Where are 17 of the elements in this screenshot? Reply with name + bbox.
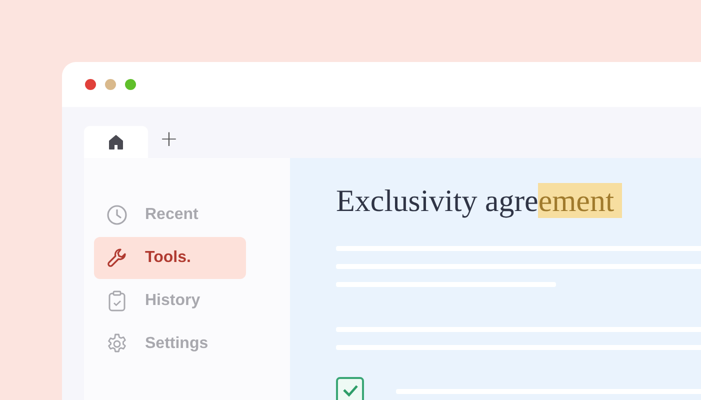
clipboard-check-icon	[106, 290, 128, 312]
minimize-button[interactable]	[105, 79, 116, 90]
home-icon	[108, 134, 124, 150]
sidebar-item[interactable]: Tools.	[94, 237, 246, 279]
close-button[interactable]	[85, 79, 96, 90]
clock-icon	[106, 204, 128, 226]
sidebar-item[interactable]: Settings	[94, 323, 246, 365]
new-tab-button[interactable]: +	[148, 126, 190, 158]
checkbox[interactable]	[336, 377, 364, 400]
settings-icon	[106, 333, 128, 355]
wrench-icon	[106, 247, 128, 269]
check-icon	[340, 384, 360, 398]
sidebar-item[interactable]: Recent	[94, 194, 246, 236]
maximize-button[interactable]	[125, 79, 136, 90]
home-tab[interactable]	[84, 126, 148, 158]
document-title: Exclusivity agreement	[336, 180, 701, 222]
sidebar-item[interactable]: History	[94, 280, 246, 322]
